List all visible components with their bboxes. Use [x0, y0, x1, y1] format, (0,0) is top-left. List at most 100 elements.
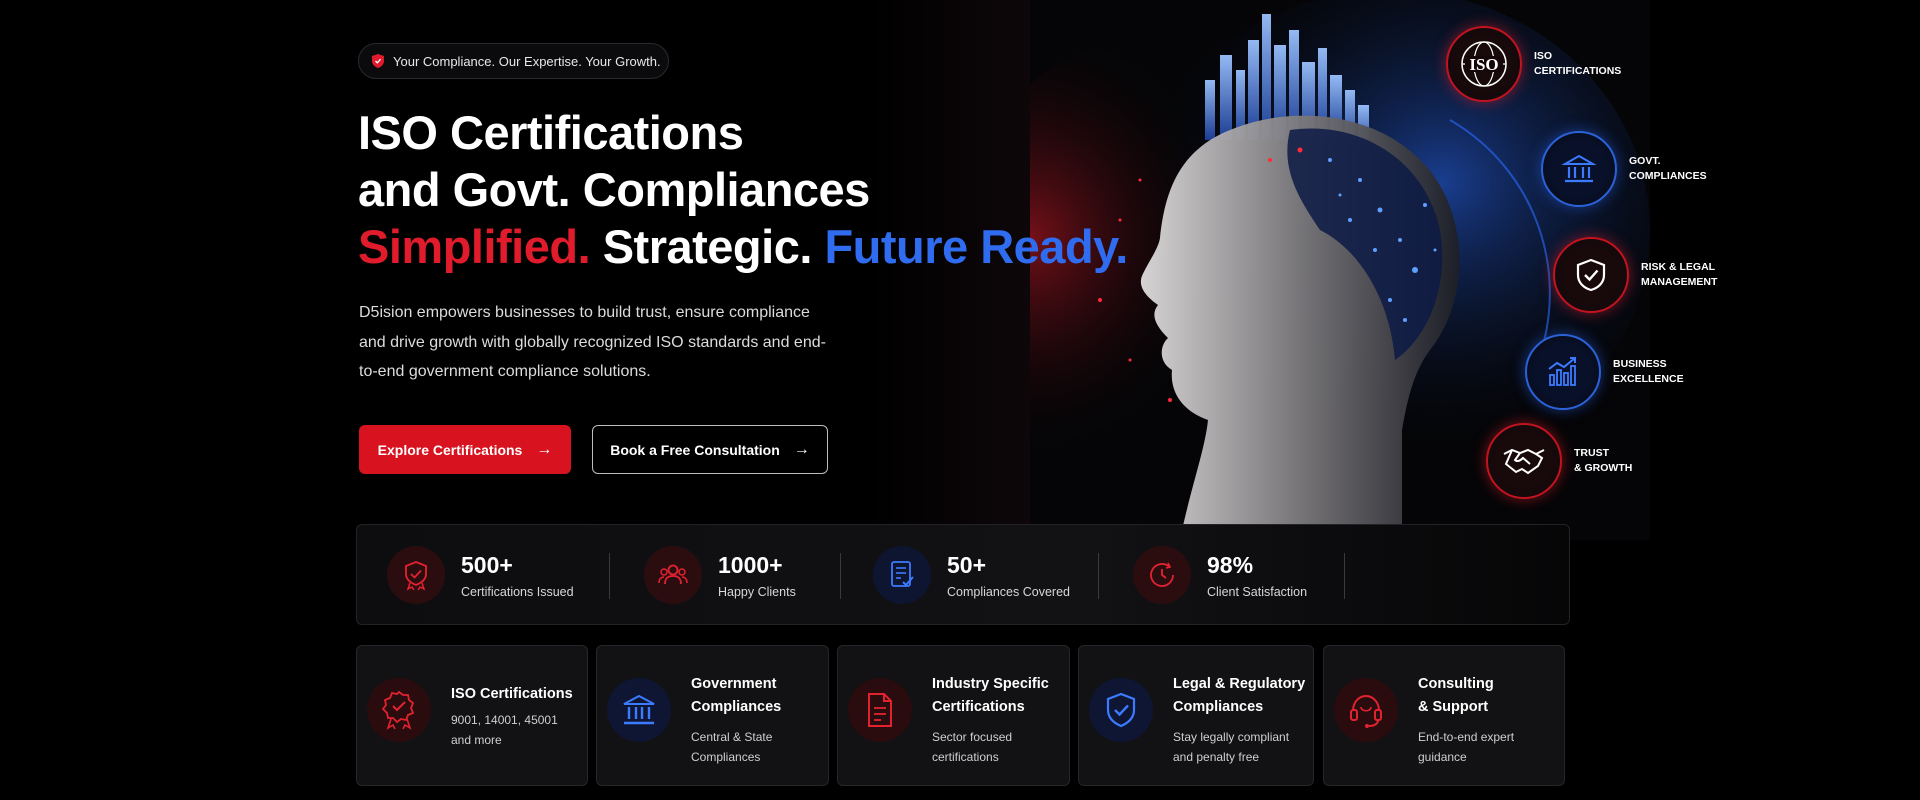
- badge-label-line: CERTIFICATIONS: [1534, 65, 1622, 77]
- card-title: Legal & Regulatory Compliances: [1173, 673, 1305, 719]
- badge-label-line: COMPLIANCES: [1629, 170, 1707, 182]
- badge-label-line: MANAGEMENT: [1641, 276, 1718, 288]
- card-industry-specific-certifications[interactable]: Industry Specific Certifications Sector …: [837, 645, 1070, 786]
- explore-certifications-label: Explore Certifications: [377, 441, 523, 458]
- card-legal-regulatory-compliances[interactable]: Legal & Regulatory Compliances Stay lega…: [1078, 645, 1314, 786]
- badge-label: BUSINESS EXCELLENCE: [1613, 357, 1703, 387]
- card-title: Industry Specific Certifications: [932, 673, 1049, 719]
- government-building-icon: [1541, 131, 1617, 207]
- badge-trust-growth[interactable]: TRUST & GROWTH: [1486, 423, 1664, 499]
- stat-divider: [1098, 553, 1099, 599]
- badge-label-line: EXCELLENCE: [1613, 373, 1684, 385]
- badge-govt-compliances[interactable]: GOVT. COMPLIANCES: [1541, 131, 1719, 207]
- arrow-right-icon: →: [536, 440, 553, 458]
- badge-business-excellence[interactable]: BUSINESS EXCELLENCE: [1525, 334, 1703, 410]
- card-text: Industry Specific Certifications Sector …: [932, 673, 1049, 767]
- card-title-line: Consulting: [1418, 676, 1494, 692]
- card-subtitle: Central & State Compliances: [691, 727, 781, 767]
- stat-divider: [609, 553, 610, 599]
- tagline-future-ready: Future Ready.: [824, 220, 1128, 273]
- badge-label-line: ISO: [1534, 50, 1553, 62]
- title-line-2: and Govt. Compliances: [358, 163, 870, 216]
- tagline-text: Your Compliance. Our Expertise. Your Gro…: [393, 53, 661, 69]
- card-title-line: Certifications: [932, 699, 1025, 715]
- badge-risk-legal-management[interactable]: RISK & LEGAL MANAGEMENT: [1553, 237, 1731, 313]
- card-title: Government Compliances: [691, 673, 781, 719]
- stat-value: 1000+: [718, 552, 783, 578]
- document-check-icon: [873, 546, 931, 604]
- card-subtitle: 9001, 14001, 45001 and more: [451, 710, 573, 750]
- badge-iso-certifications[interactable]: ISO ISO CERTIFICATIONS: [1446, 26, 1624, 102]
- card-title: ISO Certifications: [451, 686, 573, 702]
- card-title-line: Industry Specific: [932, 676, 1049, 692]
- badge-label: TRUST & GROWTH: [1574, 446, 1664, 476]
- card-subtitle-line: Sector focused: [932, 730, 1013, 744]
- card-consulting-support[interactable]: Consulting & Support End-to-end expert g…: [1323, 645, 1565, 786]
- award-ribbon-icon: [367, 678, 431, 742]
- stat-value: 50+: [947, 552, 987, 578]
- badge-label-line: BUSINESS: [1613, 358, 1667, 370]
- arrow-right-icon: →: [793, 440, 810, 458]
- book-consultation-label: Book a Free Consultation: [610, 441, 780, 458]
- stat-label: Happy Clients: [718, 585, 796, 599]
- card-title-line: Government: [691, 676, 777, 692]
- card-subtitle-line: Central & State: [691, 730, 773, 744]
- badge-label: RISK & LEGAL MANAGEMENT: [1641, 260, 1731, 290]
- stats-bar: 500+ Certifications Issued 1000+ Happy C…: [356, 524, 1570, 625]
- shield-check-icon: [1089, 678, 1153, 742]
- card-iso-certifications[interactable]: ISO Certifications 9001, 14001, 45001 an…: [356, 645, 588, 786]
- stat-value: 500+: [461, 552, 513, 578]
- card-subtitle-line: and penalty free: [1173, 750, 1260, 764]
- card-subtitle: Stay legally compliant and penalty free: [1173, 727, 1305, 767]
- card-title-line: & Support: [1418, 699, 1489, 715]
- card-title-line: Compliances: [691, 699, 782, 715]
- stat-label: Client Satisfaction: [1207, 585, 1308, 599]
- shield-icon: [372, 54, 384, 68]
- stat-divider: [840, 553, 841, 599]
- badge-label-line: TRUST: [1574, 447, 1609, 459]
- tagline-line: Simplified. Strategic. Future Ready.: [358, 218, 1128, 275]
- badge-label: GOVT. COMPLIANCES: [1629, 154, 1719, 184]
- handshake-icon: [1486, 423, 1562, 499]
- card-subtitle-line: certifications: [932, 750, 999, 764]
- iso-globe-icon: ISO: [1446, 26, 1522, 102]
- card-text: Consulting & Support End-to-end expert g…: [1418, 673, 1514, 767]
- badge-label-line: & GROWTH: [1574, 462, 1633, 474]
- card-government-compliances[interactable]: Government Compliances Central & State C…: [596, 645, 829, 786]
- badge-label: ISO CERTIFICATIONS: [1534, 49, 1624, 79]
- tagline-pill: Your Compliance. Our Expertise. Your Gro…: [358, 43, 669, 79]
- stat-label: Compliances Covered: [947, 585, 1070, 599]
- stat-compliances-covered: 50+ Compliances Covered: [873, 545, 1070, 605]
- stat-value: 98%: [1207, 552, 1254, 578]
- badge-label-line: RISK & LEGAL: [1641, 261, 1716, 273]
- explore-certifications-button[interactable]: Explore Certifications →: [359, 425, 571, 474]
- card-subtitle-line: Compliances: [691, 750, 761, 764]
- card-text: Legal & Regulatory Compliances Stay lega…: [1173, 673, 1305, 767]
- clock-icon: [1133, 546, 1191, 604]
- card-text: ISO Certifications 9001, 14001, 45001 an…: [451, 683, 573, 750]
- stat-label: Certifications Issued: [461, 585, 574, 599]
- card-subtitle-line: End-to-end expert: [1418, 730, 1515, 744]
- shield-check-icon: [1553, 237, 1629, 313]
- bar-chart-growth-icon: [1525, 334, 1601, 410]
- certificate-shield-icon: [387, 546, 445, 604]
- government-building-icon: [607, 678, 671, 742]
- card-subtitle-line: guidance: [1418, 750, 1467, 764]
- stat-divider: [1344, 553, 1345, 599]
- document-icon: [848, 678, 912, 742]
- card-subtitle: End-to-end expert guidance: [1418, 727, 1514, 767]
- tagline-simplified: Simplified.: [358, 220, 591, 273]
- tagline-strategic: Strategic.: [602, 220, 813, 273]
- hero-description: D5ision empowers businesses to build tru…: [359, 304, 826, 380]
- card-subtitle-line: 9001, 14001, 45001: [451, 713, 558, 727]
- stat-certifications-issued: 500+ Certifications Issued: [387, 545, 574, 605]
- hero-page: Your Compliance. Our Expertise. Your Gro…: [0, 0, 1920, 800]
- card-subtitle-line: Stay legally compliant: [1173, 730, 1290, 744]
- card-title-line: Compliances: [1173, 699, 1264, 715]
- stat-happy-clients: 1000+ Happy Clients: [644, 545, 796, 605]
- headset-icon: [1334, 678, 1398, 742]
- card-subtitle: Sector focused certifications: [932, 727, 1049, 767]
- card-title: Consulting & Support: [1418, 673, 1514, 719]
- title-line-1: ISO Certifications: [358, 106, 744, 159]
- book-consultation-button[interactable]: Book a Free Consultation →: [592, 425, 828, 474]
